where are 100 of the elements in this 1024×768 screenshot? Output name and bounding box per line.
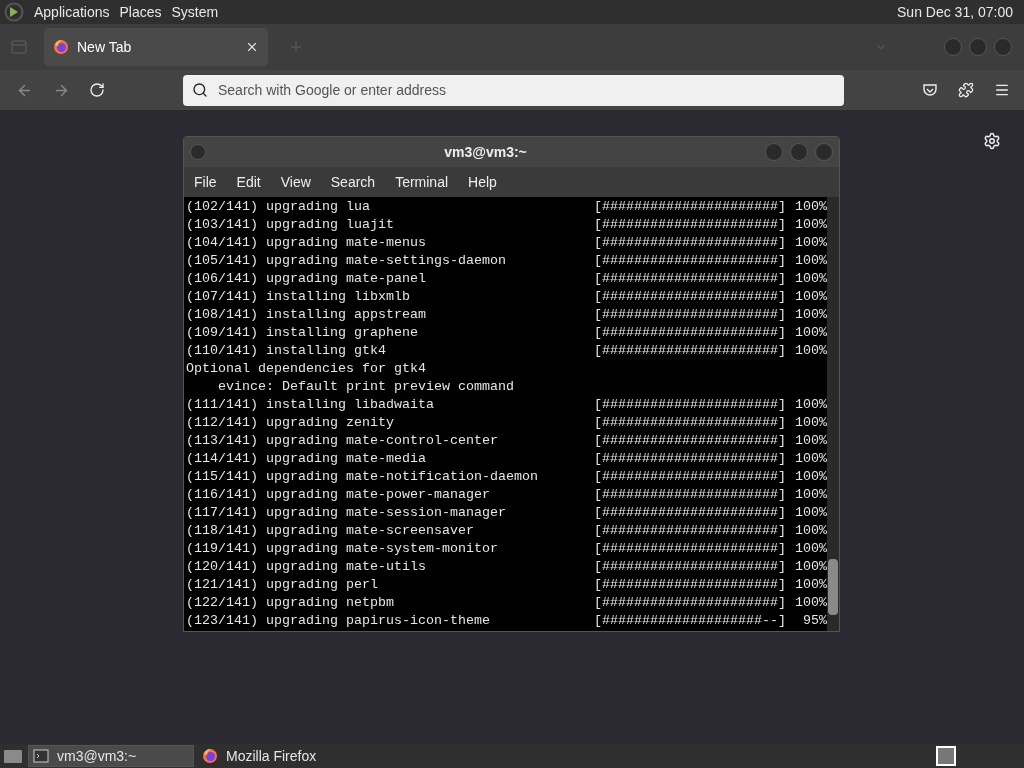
progress-percent: 100% — [795, 504, 827, 522]
terminal-line: evince: Default print preview command — [217, 379, 514, 394]
terminal-line: (115/141) upgrading mate-notification-daemon — [186, 468, 539, 486]
clock[interactable]: Sun Dec 31, 07:00 — [897, 1, 1013, 23]
terminal-line: (114/141) upgrading mate-media — [186, 450, 427, 468]
progress-bar-text: [######################] — [594, 306, 786, 324]
progress-bar-text: [######################] — [594, 270, 786, 288]
progress-bar-text: [####################--] — [594, 612, 786, 630]
progress-bar-text: [######################] — [594, 504, 786, 522]
progress-bar-text: [######################] — [594, 522, 786, 540]
scrollbar[interactable] — [827, 197, 839, 631]
progress-bar-text: [######################] — [594, 486, 786, 504]
window-menu-icon[interactable] — [190, 144, 206, 160]
terminal-line: (107/141) installing libxmlb — [186, 288, 411, 306]
terminal-line: (119/141) upgrading mate-system-monitor — [186, 540, 499, 558]
progress-bar-text: [######################] — [594, 252, 786, 270]
progress-percent: 95% — [803, 612, 827, 630]
progress-bar-text: [######################] — [594, 468, 786, 486]
window-title: vm3@vm3:~ — [443, 142, 528, 162]
search-icon — [192, 82, 208, 98]
window-control-icon[interactable] — [969, 38, 987, 56]
extensions-icon[interactable] — [958, 82, 974, 98]
progress-percent: 100% — [795, 216, 827, 234]
terminal-menu[interactable]: Terminal — [395, 171, 449, 193]
progress-bar-text: [######################] — [594, 324, 786, 342]
progress-bar-text: [######################] — [594, 576, 786, 594]
taskbar-item[interactable]: Mozilla Firefox — [198, 745, 364, 767]
progress-percent: 100% — [795, 270, 827, 288]
terminal-line: (111/141) installing libadwaita — [186, 396, 435, 414]
terminal-line: (116/141) upgrading mate-power-manager — [186, 486, 491, 504]
progress-percent: 100% — [795, 198, 827, 216]
terminal-line: (102/141) upgrading lua — [186, 198, 371, 216]
terminal-line: Optional dependencies for gtk4 — [186, 361, 426, 376]
progress-bar-text: [######################] — [594, 450, 786, 468]
progress-percent: 100% — [795, 252, 827, 270]
terminal-menu[interactable]: File — [194, 171, 217, 193]
progress-percent: 100% — [795, 576, 827, 594]
progress-bar-text: [######################] — [594, 216, 786, 234]
terminal-line: (106/141) upgrading mate-panel — [186, 270, 427, 288]
close-icon[interactable] — [245, 40, 259, 54]
progress-percent: 100% — [795, 414, 827, 432]
progress-percent: 100% — [795, 522, 827, 540]
terminal-line: (108/141) installing appstream — [186, 306, 427, 324]
progress-percent: 100% — [795, 324, 827, 342]
window-control-icon[interactable] — [790, 143, 808, 161]
window-control-icon[interactable] — [944, 38, 962, 56]
progress-bar-text: [######################] — [594, 342, 786, 360]
progress-percent: 100% — [795, 594, 827, 612]
pocket-icon[interactable] — [922, 82, 938, 98]
taskbar-item[interactable]: vm3@vm3:~ — [28, 745, 194, 767]
terminal-line: (110/141) installing gtk4 — [186, 342, 387, 360]
play-logo-icon[interactable] — [4, 2, 24, 22]
progress-bar-text: [######################] — [594, 558, 786, 576]
progress-percent: 100% — [795, 288, 827, 306]
progress-percent: 100% — [795, 396, 827, 414]
panel-menu[interactable]: Places — [119, 1, 162, 23]
progress-percent: 100% — [795, 306, 827, 324]
terminal-line: (123/141) upgrading papirus-icon-theme — [186, 612, 491, 630]
terminal-menu[interactable]: View — [280, 171, 311, 193]
progress-percent: 100% — [795, 450, 827, 468]
browser-tab[interactable]: New Tab — [44, 28, 268, 66]
terminal-line: (103/141) upgrading luajit — [186, 216, 395, 234]
terminal-line: (120/141) upgrading mate-utils — [186, 558, 427, 576]
terminal-line: (121/141) upgrading perl — [186, 576, 379, 594]
workspace-switcher[interactable] — [936, 746, 956, 766]
panel-menu[interactable]: System — [171, 1, 219, 23]
progress-bar-text: [######################] — [594, 234, 786, 252]
window-control-icon[interactable] — [815, 143, 833, 161]
window-control-icon[interactable] — [994, 38, 1012, 56]
progress-percent: 100% — [795, 342, 827, 360]
terminal-menu[interactable]: Search — [330, 171, 376, 193]
terminal-line: (109/141) installing graphene — [186, 324, 419, 342]
progress-percent: 100% — [795, 540, 827, 558]
window-control-icon[interactable] — [765, 143, 783, 161]
terminal-line: (105/141) upgrading mate-settings-daemon — [186, 252, 507, 270]
progress-bar-text: [######################] — [594, 414, 786, 432]
progress-bar-text: [######################] — [594, 432, 786, 450]
progress-bar-text: [######################] — [594, 540, 786, 558]
terminal-line: (104/141) upgrading mate-menus — [186, 234, 427, 252]
progress-percent: 100% — [795, 234, 827, 252]
firefox-icon — [53, 39, 69, 55]
progress-percent: 100% — [795, 486, 827, 504]
progress-percent: 100% — [795, 432, 827, 450]
progress-percent: 100% — [795, 468, 827, 486]
reload-icon[interactable] — [89, 82, 105, 98]
settings-icon[interactable] — [983, 132, 1001, 150]
terminal-line: (117/141) upgrading mate-session-manager — [186, 504, 507, 522]
panel-menu[interactable]: Applications — [34, 1, 110, 23]
address-bar[interactable]: Search with Google or enter address — [183, 74, 844, 106]
progress-percent: 100% — [795, 558, 827, 576]
progress-bar-text: [######################] — [594, 396, 786, 414]
progress-bar-text: [######################] — [594, 594, 786, 612]
terminal-line: (118/141) upgrading mate-screensaver — [186, 522, 475, 540]
terminal-icon — [33, 749, 49, 763]
terminal-menu[interactable]: Edit — [236, 171, 261, 193]
progress-bar-text: [######################] — [594, 288, 786, 306]
terminal-menu[interactable]: Help — [468, 171, 497, 193]
terminal-line: (122/141) upgrading netpbm — [186, 594, 395, 612]
menu-icon[interactable] — [994, 82, 1010, 98]
terminal-line: (113/141) upgrading mate-control-center — [186, 432, 499, 450]
